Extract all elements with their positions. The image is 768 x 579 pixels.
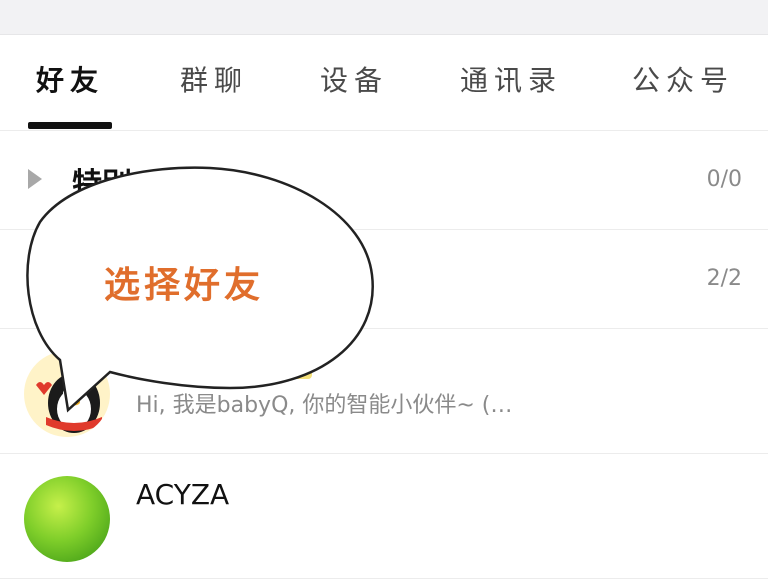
group-count: 0/0 bbox=[706, 167, 742, 192]
penguin-icon bbox=[36, 373, 102, 433]
tab-official-accounts[interactable]: 公众号 bbox=[632, 61, 734, 101]
bubble-annotation-text: 选择好友 bbox=[104, 265, 265, 306]
green-ball-avatar[interactable] bbox=[24, 476, 110, 562]
active-tab-indicator bbox=[28, 122, 112, 129]
contact-row-acyza[interactable]: ACYZA bbox=[0, 454, 768, 579]
top-status-bar bbox=[0, 0, 768, 35]
penguin-avatar[interactable] bbox=[24, 351, 110, 437]
contact-name: ACYZA bbox=[136, 478, 230, 511]
contact-tabs: 好友 群聊 设备 通讯录 公众号 bbox=[0, 35, 768, 131]
tab-devices[interactable]: 设备 bbox=[320, 61, 388, 101]
group-count: 2/2 bbox=[706, 266, 742, 291]
contact-row-babyq[interactable]: Hi, 我是babyQ, 你的智能小伙伴~ (… bbox=[0, 329, 768, 454]
group-name: 特别 bbox=[72, 167, 132, 202]
tab-groups[interactable]: 群聊 bbox=[180, 61, 248, 101]
group-row-special[interactable]: 特别 0/0 bbox=[0, 131, 768, 230]
name-highlight bbox=[256, 353, 312, 379]
tab-friends[interactable]: 好友 bbox=[36, 61, 104, 101]
contact-last-message: Hi, 我是babyQ, 你的智能小伙伴~ (… bbox=[136, 393, 513, 418]
tab-address-book[interactable]: 通讯录 bbox=[460, 61, 562, 101]
expand-caret-icon[interactable] bbox=[28, 169, 42, 189]
